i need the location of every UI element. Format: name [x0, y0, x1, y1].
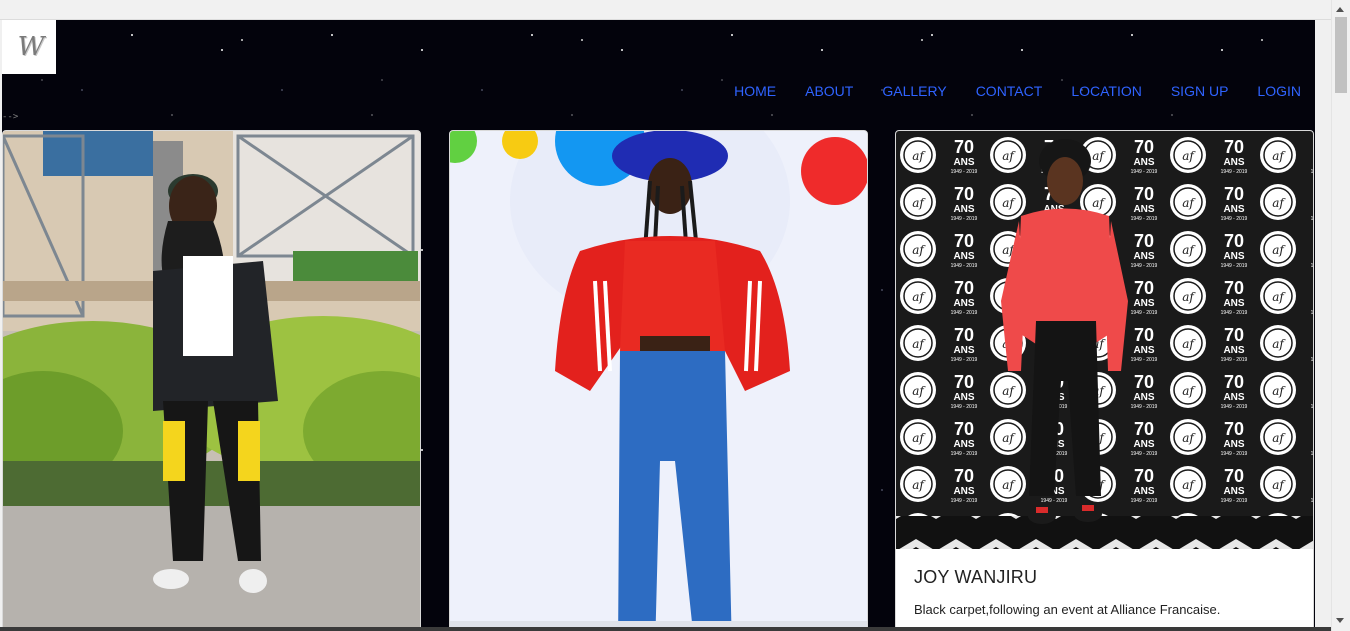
- nav-login-link[interactable]: LOGIN: [1243, 82, 1301, 100]
- logo-mark: W: [17, 32, 45, 62]
- card-1-image[interactable]: [3, 131, 420, 627]
- gallery-card-1[interactable]: [2, 130, 421, 627]
- nav-contact-link[interactable]: CONTACT: [961, 82, 1057, 100]
- card-3-image[interactable]: af 70 ANS 1949 - 2019: [896, 131, 1313, 549]
- nav-about-link[interactable]: ABOUT: [791, 82, 868, 100]
- site-logo[interactable]: W: [2, 20, 56, 74]
- stray-comment-text: -->: [2, 112, 19, 122]
- gallery-card-2[interactable]: [449, 130, 868, 627]
- main-nav: HOME ABOUT GALLERY CONTACT LOCATION SIGN…: [720, 82, 1301, 100]
- scroll-down-arrow-icon[interactable]: [1336, 618, 1344, 623]
- card-3-title: JOY WANJIRU: [914, 567, 1038, 587]
- page-viewport: W HOME ABOUT GALLERY CONTACT LOCATION SI…: [2, 20, 1315, 627]
- browser-top-strip: [0, 0, 1350, 20]
- gallery-card-3[interactable]: af 70 ANS 1949 - 2019: [895, 130, 1314, 627]
- card-3-text: Black carpet,following an event at Allia…: [914, 602, 1221, 617]
- nav-location-link[interactable]: LOCATION: [1057, 82, 1157, 100]
- vertical-scrollbar[interactable]: [1331, 0, 1350, 631]
- nav-home-link[interactable]: HOME: [720, 82, 791, 100]
- card-3-body: JOY WANJIRU Black carpet,following an ev…: [896, 549, 1313, 617]
- scrollbar-thumb[interactable]: [1335, 17, 1347, 93]
- bottom-edge: [0, 627, 1331, 631]
- card-2-image[interactable]: [450, 131, 867, 627]
- nav-signup-link[interactable]: SIGN UP: [1156, 82, 1243, 100]
- scroll-up-arrow-icon[interactable]: [1336, 7, 1344, 12]
- nav-gallery-link[interactable]: GALLERY: [868, 82, 961, 100]
